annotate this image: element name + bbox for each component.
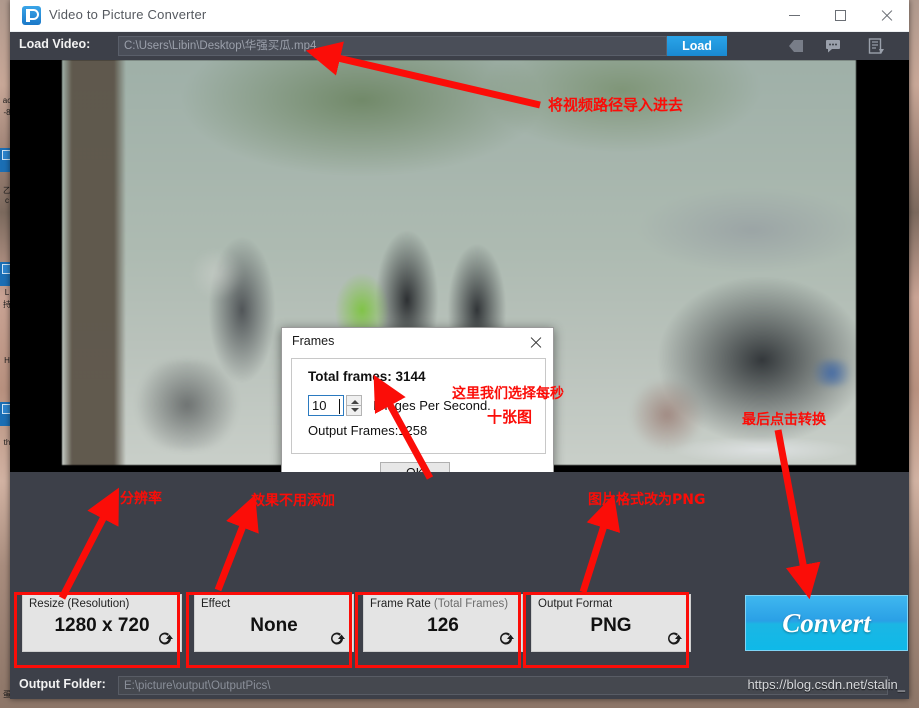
frame-rate-caption-main: Frame Rate: [370, 598, 434, 610]
resize-caption: Resize (Resolution): [29, 598, 130, 610]
video-preview-area[interactable]: Frames Total frames: 3144 10 Images Per …: [10, 60, 909, 532]
app-window: Video to Picture Converter Load Video: C…: [10, 0, 909, 699]
output-format-card[interactable]: Output Format PNG: [531, 594, 691, 652]
fps-stepper[interactable]: [346, 395, 362, 416]
output-folder-label: Output Folder:: [19, 677, 106, 691]
person-head-shape: [182, 250, 252, 298]
minimize-button[interactable]: [771, 0, 817, 31]
dialog-group-box: Total frames: 3144 10 Images Per Second.…: [291, 358, 546, 454]
maximize-icon: [834, 10, 846, 21]
comment-icon[interactable]: [822, 36, 844, 56]
maximize-button[interactable]: [817, 0, 863, 31]
load-button[interactable]: Load: [667, 36, 727, 56]
dialog-title: Frames: [292, 334, 335, 348]
minimize-icon: [788, 15, 800, 16]
dialog-close-button[interactable]: [523, 331, 549, 353]
title-bar: Video to Picture Converter: [10, 0, 909, 32]
window-title: Video to Picture Converter: [49, 7, 207, 22]
frame-rate-caption-sub: (Total Frames): [433, 598, 509, 610]
tag-icon[interactable]: [785, 36, 807, 56]
total-frames-label: Total frames: 3144: [308, 369, 426, 384]
effect-caption: Effect: [201, 598, 231, 610]
load-video-label: Load Video:: [19, 37, 91, 51]
app-logo-icon: [22, 6, 41, 25]
license-plate-shape: [802, 360, 862, 386]
output-frames-label: Output Frames:1258: [308, 423, 428, 438]
images-per-second-label: Images Per Second.: [373, 398, 491, 413]
close-icon: [880, 10, 892, 22]
close-button[interactable]: [863, 0, 909, 31]
document-list-icon[interactable]: [865, 36, 887, 56]
red-car-shape: [622, 380, 712, 450]
resize-card[interactable]: Resize (Resolution) 1280 x 720: [22, 594, 182, 652]
frame-rate-card[interactable]: Frame Rate (Total Frames) 126: [363, 594, 523, 652]
refresh-icon[interactable]: [666, 631, 683, 648]
refresh-icon[interactable]: [329, 631, 346, 648]
frame-rate-caption: Frame Rate (Total Frames): [370, 598, 508, 610]
refresh-icon[interactable]: [498, 631, 515, 648]
bicycle-shape: [122, 360, 252, 450]
output-folder-bar: Output Folder: E:\picture\output\OutputP…: [10, 672, 909, 699]
close-icon: [530, 336, 542, 348]
settings-panel-row: Resize (Resolution) 1280 x 720 Effect No…: [10, 472, 909, 699]
video-path-input[interactable]: C:\Users\Libin\Desktop\华强买瓜.mp4: [118, 36, 667, 56]
convert-button-label: Convert: [782, 607, 871, 638]
load-video-bar: Load Video: C:\Users\Libin\Desktop\华强买瓜.…: [10, 32, 909, 60]
effect-card[interactable]: Effect None: [194, 594, 354, 652]
refresh-icon[interactable]: [157, 631, 174, 648]
watermark-text: https://blog.csdn.net/stalin_: [747, 677, 905, 692]
stepper-down-icon[interactable]: [351, 408, 359, 412]
stepper-up-icon[interactable]: [351, 400, 359, 404]
output-format-caption: Output Format: [538, 598, 613, 610]
convert-button[interactable]: Convert: [745, 595, 908, 651]
fps-input[interactable]: 10: [308, 395, 344, 416]
